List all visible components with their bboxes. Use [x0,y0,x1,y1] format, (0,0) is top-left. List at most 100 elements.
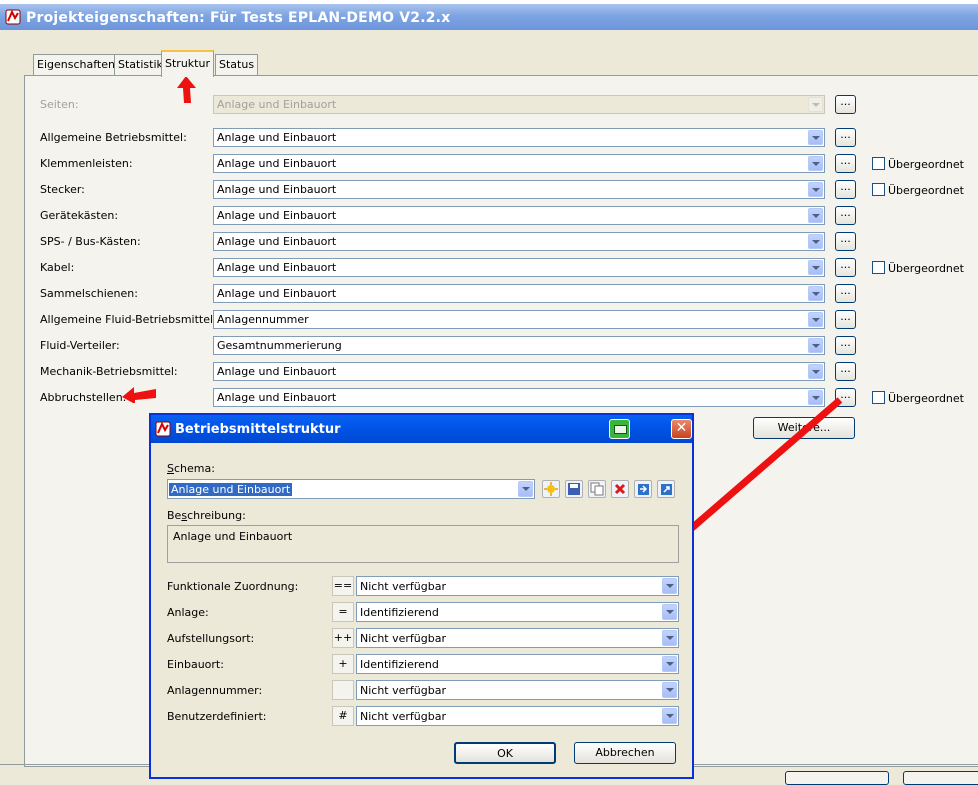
row-ellipsis-button[interactable]: ... [835,258,856,277]
checkbox-box[interactable] [872,157,885,170]
bottom-button-partial-1[interactable] [785,771,889,785]
dialog-row-label: Benutzerdefiniert: [167,710,267,723]
dialog-row-label: Funktionale Zuordnung: [167,580,299,593]
ok-button[interactable]: OK [454,742,556,764]
row-combo[interactable]: Anlage und Einbauort [213,154,825,173]
dialog-row-combo[interactable]: Identifizierend [356,602,679,622]
chevron-down-icon[interactable] [808,286,823,301]
chevron-down-icon[interactable] [662,708,677,724]
schema-combo[interactable]: Anlage und Einbauort [167,479,535,499]
row-combo-value: Anlage und Einbauort [217,157,337,170]
row-combo[interactable]: Anlage und Einbauort [213,362,825,381]
save-icon[interactable] [565,480,583,498]
chevron-down-icon[interactable] [808,234,823,249]
row-label: Seiten: [40,98,79,111]
row-combo[interactable]: Anlage und Einbauort [213,232,825,251]
tab-struktur[interactable]: Struktur [161,50,214,77]
row-ellipsis-button[interactable]: ... [835,206,856,225]
row-label: Fluid-Verteiler: [40,339,120,352]
dialog-row-combo[interactable]: Nicht verfügbar [356,576,679,596]
checkbox-box[interactable] [872,183,885,196]
dialog-row-prefix[interactable]: ++ [332,628,354,648]
row-combo: Anlage und Einbauort [213,95,825,114]
row-label: Sammelschienen: [40,287,138,300]
bottom-button-partial-2[interactable] [903,771,978,785]
row-ellipsis-button[interactable]: ... [835,154,856,173]
chevron-down-icon[interactable] [808,182,823,197]
row-ellipsis-button[interactable]: ... [835,128,856,147]
dialog-row-prefix[interactable] [332,680,354,700]
row-combo-value: Gesamtnummerierung [217,339,342,352]
beschreibung-label: Beschreibung: [167,509,246,522]
dialog-row-label: Anlagennummer: [167,684,263,697]
dialog-row-combo[interactable]: Nicht verfügbar [356,706,679,726]
row-combo-value: Anlage und Einbauort [217,235,337,248]
dialog-row-combo[interactable]: Identifizierend [356,654,679,674]
row-ellipsis-button[interactable]: ... [835,95,856,114]
checkbox-box[interactable] [872,391,885,404]
copy-icon[interactable] [588,480,606,498]
uebergeordnet-checkbox[interactable]: Übergeordnet [872,391,964,405]
row-combo[interactable]: Anlage und Einbauort [213,128,825,147]
import-icon[interactable] [634,480,652,498]
row-combo[interactable]: Anlagennummer [213,310,825,329]
uebergeordnet-checkbox[interactable]: Übergeordnet [872,261,964,275]
dialog-row-prefix[interactable]: + [332,654,354,674]
new-icon[interactable] [542,480,560,498]
row-combo[interactable]: Anlage und Einbauort [213,258,825,277]
chevron-down-icon[interactable] [808,364,823,379]
row-combo-value: Anlage und Einbauort [217,98,337,111]
row-ellipsis-button[interactable]: ... [835,336,856,355]
dialog-row-value: Nicht verfügbar [360,684,446,697]
uebergeordnet-checkbox[interactable]: Übergeordnet [872,157,964,171]
beschreibung-value: Anlage und Einbauort [173,530,293,543]
row-combo[interactable]: Gesamtnummerierung [213,336,825,355]
delete-icon[interactable] [611,480,629,498]
checkbox-label: Übergeordnet [888,392,964,405]
dialog-row-label: Anlage: [167,606,209,619]
chevron-down-icon[interactable] [808,338,823,353]
chevron-down-icon[interactable] [662,604,677,620]
dialog-row-prefix[interactable]: == [332,576,354,596]
row-ellipsis-button[interactable]: ... [835,232,856,251]
print-icon[interactable] [609,419,630,439]
row-ellipsis-button[interactable]: ... [835,362,856,381]
dialog-row-combo[interactable]: Nicht verfügbar [356,680,679,700]
row-ellipsis-button[interactable]: ... [835,180,856,199]
chevron-down-icon[interactable] [808,312,823,327]
row-combo-value: Anlage und Einbauort [217,131,337,144]
dialog-row-combo[interactable]: Nicht verfügbar [356,628,679,648]
chevron-down-icon[interactable] [662,578,677,594]
close-icon[interactable]: ✕ [671,419,692,439]
chevron-down-icon[interactable] [662,682,677,698]
uebergeordnet-checkbox[interactable]: Übergeordnet [872,183,964,197]
chevron-down-icon[interactable] [808,156,823,171]
chevron-down-icon[interactable] [808,208,823,223]
cancel-button[interactable]: Abbrechen [574,742,676,764]
annotation-arrow-struktur-tab [177,76,196,103]
chevron-down-icon[interactable] [518,481,533,497]
tab-status[interactable]: Status [215,54,259,75]
dialog-app-icon [155,421,171,437]
tab-eigenschaften[interactable]: Eigenschaften [33,54,119,75]
chevron-down-icon[interactable] [808,130,823,145]
schema-value: Anlage und Einbauort [169,483,293,496]
checkbox-box[interactable] [872,261,885,274]
annotation-arrow-abbruchstellen [122,387,156,403]
row-combo-value: Anlagennummer [217,313,309,326]
dialog-row-prefix[interactable]: = [332,602,354,622]
chevron-down-icon[interactable] [808,260,823,275]
row-combo[interactable]: Anlage und Einbauort [213,284,825,303]
row-ellipsis-button[interactable]: ... [835,284,856,303]
main-titlebar: Projekteigenschaften: Für Tests EPLAN-DE… [0,4,978,30]
chevron-down-icon[interactable] [662,630,677,646]
export-icon[interactable] [657,480,675,498]
dialog-row-prefix[interactable]: # [332,706,354,726]
row-ellipsis-button[interactable]: ... [835,310,856,329]
row-combo[interactable]: Anlage und Einbauort [213,206,825,225]
row-combo[interactable]: Anlage und Einbauort [213,180,825,199]
tab-statistik[interactable]: Statistik [114,54,167,75]
chevron-down-icon[interactable] [662,656,677,672]
beschreibung-field[interactable]: Anlage und Einbauort [167,525,679,563]
betriebsmittelstruktur-dialog: Betriebsmittelstruktur ✕ Schema: Anlage … [149,413,694,779]
